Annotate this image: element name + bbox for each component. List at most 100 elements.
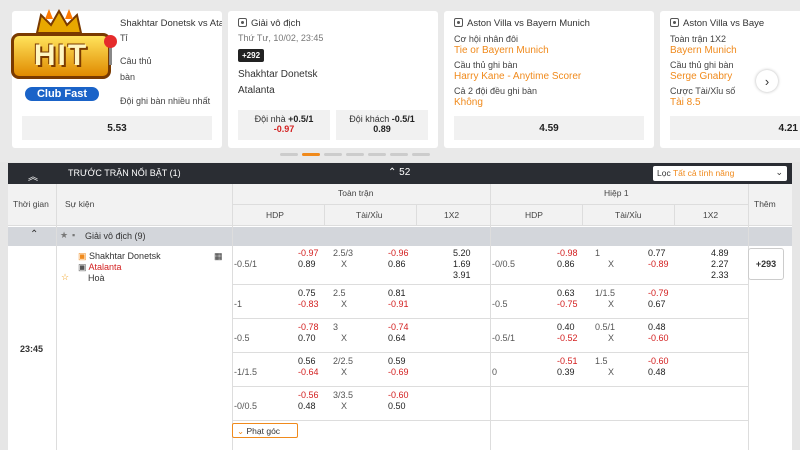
card-date: Thứ Tư, 10/02, 23:45 [238,33,324,43]
card-line: Đội ghi bàn nhiều nhất [120,96,211,106]
live-count[interactable]: ⌃ 52 [388,167,410,178]
ft-hdp-home-odd[interactable]: 0.75 [298,288,316,298]
h1-hdp-away-odd[interactable]: 0.86 [557,259,575,269]
away-label: Đội khách [349,114,390,124]
next-arrow-button[interactable]: › [756,70,778,92]
col-fulltime: Toàn trận [338,188,374,198]
col-halftime: Hiệp 1 [604,188,629,198]
h1-ou-over-odd[interactable]: -0.79 [648,288,669,298]
ft-1x2-away-odd[interactable]: 1.69 [453,259,471,269]
h1-hdp-home-odd[interactable]: -0.51 [557,356,578,366]
ft-ou-over-odd[interactable]: 0.81 [388,288,406,298]
league-row[interactable]: ⌃ ★ ▪ Giải vô địch (9) [8,227,792,246]
h1-ou-under-odd[interactable]: 0.48 [648,367,666,377]
home-team-name[interactable]: ▣ Shakhtar Donetsk [78,251,161,262]
ft-ou-under-odd[interactable]: 0.64 [388,333,406,343]
divider [56,184,57,450]
carousel-dot[interactable] [346,153,364,156]
ft-ou-over-odd[interactable]: 0.59 [388,356,406,366]
ft-hdp-line: -1/1.5 [234,367,258,377]
collapse-chevron-icon[interactable]: ⌃ [30,229,38,240]
carousel-dot[interactable] [368,153,386,156]
ft-ou-over-odd[interactable]: -0.96 [388,248,409,258]
home-handicap-button[interactable]: Đội nhà +0.5/1 -0.97 [238,110,330,140]
card-title: Giải vô địch [238,18,301,29]
market-count-badge[interactable]: +292 [238,49,265,62]
h1-ou-over-odd[interactable]: 0.48 [648,322,666,332]
featured-cards: Shakhtar Donetsk vs Atalanta Tỉ Câu thủ … [0,0,800,162]
ft-hdp-away-odd[interactable]: 0.48 [298,401,316,411]
ft-1x2-home-odd[interactable]: 5.20 [453,248,471,258]
h1-ou-under-odd[interactable]: -0.89 [648,259,669,269]
h1-hdp-home-odd[interactable]: 0.40 [557,322,575,332]
ft-ou-over-odd[interactable]: -0.74 [388,322,409,332]
h1-hdp-away-odd[interactable]: -0.75 [557,299,578,309]
ft-hdp-home-odd[interactable]: -0.97 [298,248,319,258]
carousel-dot[interactable] [412,153,430,156]
collapse-icon[interactable]: ︽ [28,168,38,183]
h1-hdp-away-odd[interactable]: -0.52 [557,333,578,343]
h1-ou-under-label: X [608,299,615,309]
ft-hdp-home-odd[interactable]: 0.56 [298,356,316,366]
featured-card-3[interactable]: Aston Villa vs Bayern Munich Cơ hội nhân… [444,11,654,148]
card-odd-button[interactable]: 4.59 [454,116,644,140]
ft-ou-under-odd[interactable]: 0.86 [388,259,406,269]
ft-1x2-draw-odd[interactable]: 3.91 [453,270,471,280]
divider [416,205,417,225]
h1-ou-over-odd[interactable]: 0.77 [648,248,666,258]
h1-hdp-home-odd[interactable]: 0.63 [557,288,575,298]
h1-ou-under-odd[interactable]: 0.67 [648,299,666,309]
logo-hit-text: HIT [11,33,111,79]
chevron-down-icon: ⌄ [237,426,245,436]
carousel-dot[interactable] [302,153,320,156]
carousel-dot[interactable] [324,153,342,156]
h1-ou-under-label: X [608,367,615,377]
ft-ou-under-odd[interactable]: 0.50 [388,401,406,411]
filter-select[interactable]: Lọc Tất cả tính năng ⌄ [653,166,787,181]
ft-hdp-home-odd[interactable]: -0.56 [298,390,319,400]
col-event: Sự kiện [65,199,95,209]
stats-icon[interactable]: ▦ [214,251,223,262]
carousel-dot[interactable] [390,153,408,156]
h1-1x2-draw-odd[interactable]: 2.33 [711,270,729,280]
ft-hdp-away-odd[interactable]: 0.70 [298,333,316,343]
ft-hdp-home-odd[interactable]: -0.78 [298,322,319,332]
ft-ou-under-odd[interactable]: -0.91 [388,299,409,309]
h1-ou-over-odd[interactable]: -0.60 [648,356,669,366]
h1-hdp-home-odd[interactable]: -0.98 [557,248,578,258]
card-odd-button[interactable]: 5.53 [22,116,212,140]
market-label: Toàn trận 1X2 [670,34,727,44]
divider [324,205,325,225]
divider [232,386,748,387]
h1-ou-under-odd[interactable]: -0.60 [648,333,669,343]
ft-hdp-away-odd[interactable]: -0.83 [298,299,319,309]
card-title: Aston Villa vs Bayern Munich [454,18,590,29]
ft-hdp-line: -1 [234,299,243,309]
away-team-name[interactable]: ▣ Atalanta [78,262,122,273]
crown-icon [35,9,83,34]
market-selection: Không [454,97,483,108]
h1-1x2-away-odd[interactable]: 2.27 [711,259,729,269]
carousel-dot[interactable] [280,153,298,156]
corner-markets-button[interactable]: ⌄ Phạt góc [232,423,298,438]
h1-hdp-away-odd[interactable]: 0.39 [557,367,575,377]
star-icon[interactable]: ☆ [61,272,69,283]
away-handicap-button[interactable]: Đội khách -0.5/1 0.89 [336,110,428,140]
more-markets-button[interactable]: +293 [748,248,784,280]
featured-card-4[interactable]: Aston Villa vs Baye Toàn trận 1X2 Bayern… [660,11,800,148]
ft-hdp-away-odd[interactable]: -0.64 [298,367,319,377]
joystick-ball [104,35,117,48]
h1-hdp-line: -0.5 [492,299,508,309]
ft-ou-under-odd[interactable]: -0.69 [388,367,409,377]
h1-ou-under-label: X [608,259,615,269]
featured-card-2[interactable]: Giải vô địch Thứ Tư, 10/02, 23:45 +292 S… [228,11,438,148]
ft-hdp-away-odd[interactable]: 0.89 [298,259,316,269]
divider [232,352,748,353]
star-icon[interactable]: ★ [60,230,68,241]
away-team-label: Atalanta [88,262,122,272]
ft-ou-over-odd[interactable]: -0.60 [388,390,409,400]
card-odd-button[interactable]: 4.21 [670,116,800,140]
match-time: 23:45 [20,344,44,354]
h1-1x2-home-odd[interactable]: 4.89 [711,248,729,258]
away-odd: 0.89 [373,124,391,134]
